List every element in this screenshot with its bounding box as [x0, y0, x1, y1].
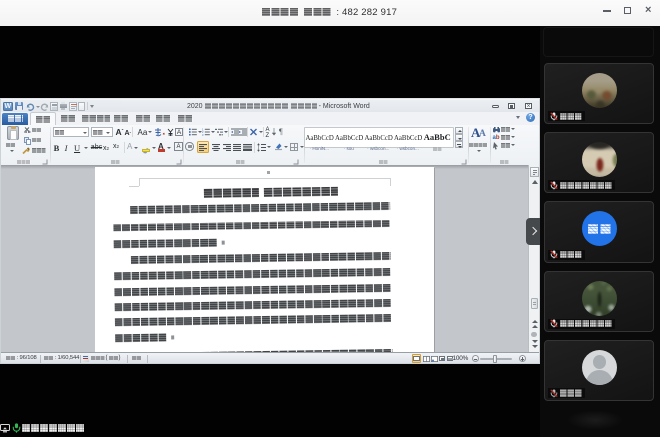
svg-text:3: 3 — [202, 132, 204, 135]
